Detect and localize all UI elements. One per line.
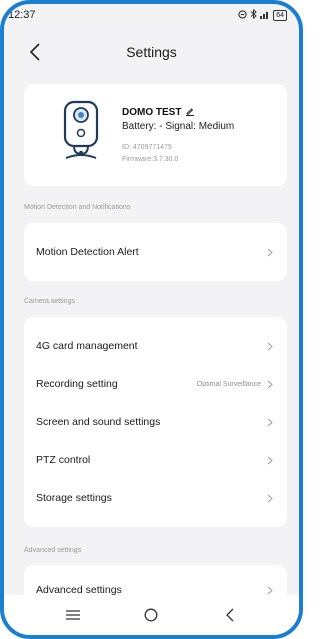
- edit-pencil-icon[interactable]: [185, 103, 195, 121]
- row-label: Motion Detection Alert: [36, 246, 139, 258]
- row-label: Screen and sound settings: [36, 416, 161, 428]
- menu-lines-icon: [66, 610, 81, 620]
- page-title: Settings: [126, 44, 177, 60]
- bluetooth-icon: [250, 8, 257, 21]
- chevron-right-icon: [267, 418, 273, 426]
- chevron-right-icon: [267, 342, 273, 350]
- battery-icon: 64: [273, 9, 287, 21]
- row-label: PTZ control: [36, 454, 91, 466]
- motion-card: Motion Detection Alert: [24, 223, 287, 281]
- header: Settings: [4, 32, 299, 72]
- status-time: 12:37: [8, 9, 36, 21]
- back-button[interactable]: [24, 39, 46, 65]
- row-motion-detection-alert[interactable]: Motion Detection Alert: [24, 223, 287, 281]
- device-status: Battery: - Signal: Medium: [122, 121, 235, 132]
- system-nav-bar: [4, 595, 299, 635]
- row-label: Storage settings: [36, 492, 112, 504]
- signal-icon: [260, 10, 270, 21]
- row-recording-setting[interactable]: Recording setting Optimal Surveillance: [24, 365, 287, 403]
- camera-settings-card: 4G card management Recording setting Opt…: [24, 317, 287, 527]
- row-4g-card-management[interactable]: 4G card management: [24, 327, 287, 365]
- chevron-right-icon: [267, 494, 273, 502]
- status-bar: 12:37 64: [4, 4, 299, 26]
- nfc-icon: [238, 9, 247, 21]
- recents-button[interactable]: [53, 600, 93, 630]
- section-label-motion: Motion Detection and Notifications: [24, 204, 131, 211]
- device-firmware: Firmware:3.7.30.0: [122, 156, 179, 163]
- nav-back-button[interactable]: [210, 600, 250, 630]
- row-label: 4G card management: [36, 340, 138, 352]
- chevron-right-icon: [267, 586, 273, 594]
- home-button[interactable]: [131, 600, 171, 630]
- chevron-left-icon: [30, 43, 40, 61]
- chevron-right-icon: [267, 456, 273, 464]
- section-label-camera: Camera settings: [24, 298, 75, 305]
- device-id: ID: 4709771479: [122, 144, 172, 151]
- row-label: Recording setting: [36, 378, 118, 390]
- circle-home-icon: [145, 608, 158, 622]
- section-label-advanced: Advanced settings: [24, 547, 82, 554]
- row-screen-and-sound-settings[interactable]: Screen and sound settings: [24, 403, 287, 441]
- chevron-right-icon: [267, 380, 273, 388]
- phone-frame: 12:37 64 Settings DOMO TEST Battery: - S…: [0, 0, 303, 639]
- chevron-left-icon: [225, 608, 234, 622]
- device-card[interactable]: DOMO TEST Battery: - Signal: Medium ID: …: [24, 84, 287, 186]
- camera-icon: [63, 100, 99, 159]
- row-storage-settings[interactable]: Storage settings: [24, 479, 287, 517]
- row-value: Optimal Surveillance: [196, 380, 261, 388]
- chevron-right-icon: [267, 248, 273, 256]
- device-name: DOMO TEST: [122, 106, 182, 118]
- status-icons: 64: [238, 8, 287, 21]
- row-ptz-control[interactable]: PTZ control: [24, 441, 287, 479]
- device-name-row: DOMO TEST: [122, 103, 195, 121]
